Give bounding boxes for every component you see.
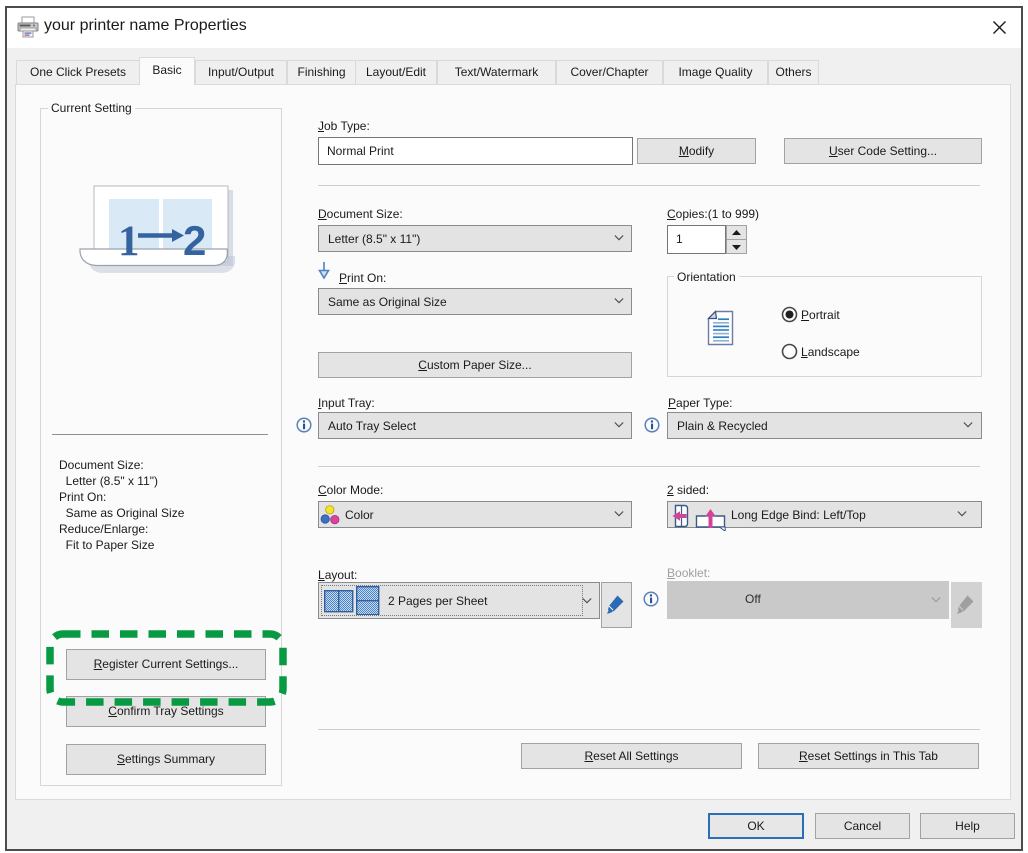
svg-text:1: 1 (118, 218, 140, 265)
svg-text:2: 2 (183, 217, 206, 264)
